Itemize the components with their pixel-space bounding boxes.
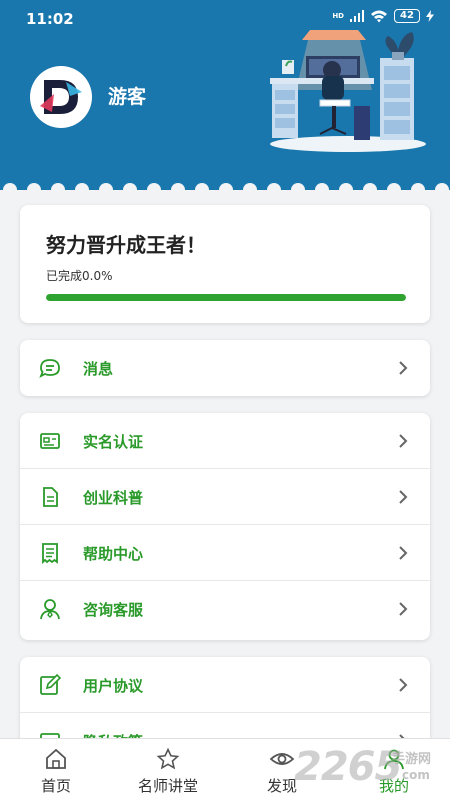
office-illustration: [270, 30, 426, 152]
tab-label: 首页: [40, 777, 71, 795]
watermark-suffix: 手游网: [392, 752, 432, 767]
chat-icon: [39, 359, 60, 378]
menu-item-real-name-auth[interactable]: 实名认证: [20, 413, 430, 469]
avatar[interactable]: [30, 66, 92, 128]
edit-icon: [40, 673, 62, 695]
progress-bar-fill: [46, 294, 406, 301]
document-icon: [43, 487, 58, 507]
wifi-icon: [371, 10, 387, 22]
menu-item-help-center[interactable]: 帮助中心: [20, 525, 430, 581]
menu-item-customer-service[interactable]: 咨询客服: [20, 581, 430, 637]
logo-icon: [32, 68, 90, 126]
chevron-right-icon: [399, 602, 408, 616]
chevron-right-icon: [399, 361, 408, 375]
menu-item-message[interactable]: 消息: [20, 340, 430, 396]
menu-label: 帮助中心: [83, 545, 144, 563]
menu-label: 用户协议: [83, 677, 144, 695]
menu-item-user-agreement[interactable]: 用户协议: [20, 657, 430, 713]
home-icon: [46, 748, 66, 769]
star-icon: [156, 747, 180, 770]
tab-teacher-lecture[interactable]: 名师讲堂: [120, 739, 216, 800]
watermark-number: 2265: [294, 744, 402, 790]
status-icons: HD 42: [332, 9, 434, 23]
tab-label: 名师讲堂: [137, 777, 198, 795]
chevron-right-icon: [399, 434, 408, 448]
watermark-domain: com: [402, 768, 430, 782]
menu-label: 咨询客服: [83, 601, 144, 619]
menu-label: 实名认证: [83, 433, 144, 451]
menu-label: 创业科普: [83, 489, 144, 507]
progress-card: 努力晋升成王者！ 已完成0.0%: [20, 205, 430, 323]
tab-home[interactable]: 首页: [18, 739, 94, 800]
chevron-right-icon: [399, 490, 408, 504]
network-label: HD: [332, 12, 344, 20]
menu-label-message: 消息: [83, 360, 114, 378]
service-person-icon: [40, 599, 60, 620]
eye-icon: [269, 753, 295, 765]
header-scallop-edge: [3, 183, 449, 192]
username: 游客: [108, 86, 147, 108]
message-card: 消息: [20, 340, 430, 396]
status-time: 11:02: [26, 10, 74, 28]
id-card-icon: [40, 433, 60, 449]
goal-title: 努力晋升成王者！: [46, 233, 206, 257]
charging-icon: [426, 10, 434, 22]
progress-bar: [46, 294, 406, 301]
progress-status-text: 已完成0.0%: [46, 269, 113, 283]
chevron-right-icon: [399, 678, 408, 692]
signal-icon: [350, 10, 364, 22]
receipt-icon: [42, 543, 58, 565]
chevron-right-icon: [399, 546, 408, 560]
menu-item-startup-science[interactable]: 创业科普: [20, 469, 430, 525]
watermark-logo: 2265 手游网 com: [294, 742, 444, 796]
battery-indicator: 42: [394, 9, 420, 23]
services-card: 实名认证 创业科普 帮助中心 咨询客服: [20, 413, 430, 640]
